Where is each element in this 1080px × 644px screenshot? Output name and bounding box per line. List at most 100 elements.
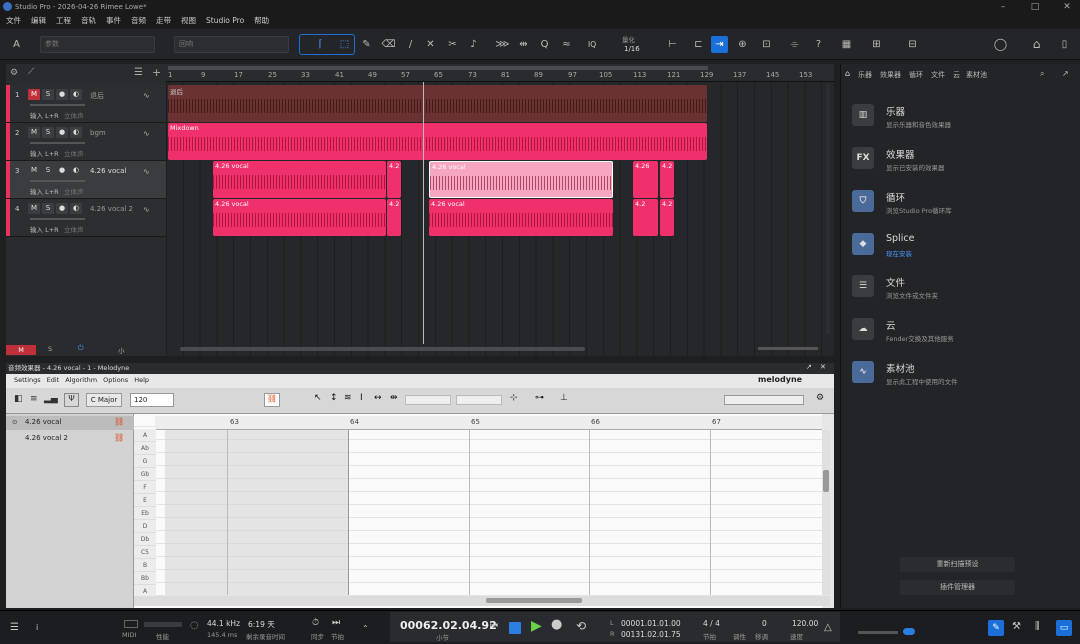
- zoom-slider[interactable]: [758, 347, 818, 350]
- menu-track[interactable]: 音轨: [81, 14, 96, 28]
- solo-button[interactable]: S: [42, 89, 54, 100]
- solo-button[interactable]: S: [42, 127, 54, 138]
- stretch-icon[interactable]: ⇹: [515, 36, 532, 53]
- edit-view-icon[interactable]: ✎: [988, 620, 1004, 636]
- rescan-presets-button[interactable]: 重新扫描预设: [900, 557, 1015, 572]
- scale-select[interactable]: C Major: [86, 393, 122, 407]
- home-icon[interactable]: ⌂: [1028, 36, 1045, 53]
- melo-track-item[interactable]: ⊙ 4.26 vocal ⛓: [6, 416, 134, 430]
- tab-pool[interactable]: 素材池: [966, 70, 987, 80]
- track-input[interactable]: 输入 L+R: [30, 148, 59, 158]
- panel-icon[interactable]: ▯: [1056, 36, 1073, 53]
- master-volume-slider[interactable]: [858, 631, 898, 634]
- rewind-icon[interactable]: ⏮: [490, 621, 498, 631]
- pitch-grid-icon[interactable]: ⊶: [535, 393, 544, 403]
- browser-item-instruments[interactable]: ▥ 乐器 显示乐器和音色效果器: [852, 104, 1072, 144]
- listen-tool-icon[interactable]: ♪: [465, 36, 482, 53]
- melo-menu-settings[interactable]: Settings: [14, 374, 41, 387]
- video-icon[interactable]: ▦: [838, 36, 855, 53]
- mixer-view-icon[interactable]: ⫼: [1035, 621, 1040, 632]
- amplitude-tool-icon[interactable]: ↔: [374, 393, 382, 403]
- automation-icon[interactable]: ⌯: [786, 36, 803, 53]
- audio-clip[interactable]: 4.26: [633, 161, 658, 198]
- tab-effects[interactable]: 效果器: [880, 70, 901, 80]
- expand-icon[interactable]: ↗: [1062, 69, 1069, 78]
- solo-button[interactable]: S: [42, 203, 54, 214]
- menu-edit[interactable]: 编辑: [31, 14, 46, 28]
- preset2-field[interactable]: 回响: [174, 36, 289, 53]
- wrench-icon[interactable]: ⚙: [10, 68, 18, 78]
- melo-menu-edit[interactable]: Edit: [47, 374, 60, 387]
- track-name[interactable]: bgm: [90, 129, 106, 137]
- audio-clip[interactable]: 4.2: [660, 199, 674, 236]
- tools-icon[interactable]: ⚒: [1012, 621, 1021, 632]
- radio-icon[interactable]: ⊙: [12, 418, 17, 426]
- split-tool-icon[interactable]: ✂: [444, 36, 461, 53]
- menu-audio[interactable]: 音频: [131, 14, 146, 28]
- timing-tool-icon[interactable]: Ι: [360, 393, 363, 403]
- melo-menu-options[interactable]: Options: [103, 374, 128, 387]
- minimize-icon[interactable]: –: [996, 0, 1010, 14]
- menu-file[interactable]: 文件: [6, 14, 21, 28]
- audio-clip-selected[interactable]: 4.26 vocal: [429, 161, 613, 198]
- close-icon[interactable]: ✕: [1060, 0, 1074, 14]
- pitch-tool-icon[interactable]: ↕: [330, 393, 338, 403]
- tab-cloud[interactable]: 云: [953, 70, 960, 80]
- monitor-button[interactable]: ◐: [70, 165, 82, 176]
- snap-active-icon[interactable]: ⇥: [711, 36, 728, 53]
- transpose-value[interactable]: 0: [762, 619, 767, 628]
- vscroll-thumb[interactable]: [823, 470, 829, 492]
- list-icon[interactable]: ☰: [134, 67, 143, 78]
- browser-item-loops[interactable]: ⛉ 循环 浏览Studio Pro循环库: [852, 190, 1072, 230]
- menu-event[interactable]: 事件: [106, 14, 121, 28]
- sync-icon[interactable]: ⏱: [312, 618, 319, 628]
- scale-snap-icon[interactable]: ⊹: [510, 393, 518, 403]
- info-icon[interactable]: i: [36, 623, 38, 632]
- melodyne-ruler[interactable]: [155, 416, 822, 430]
- hamburger-icon[interactable]: ☰: [10, 622, 19, 633]
- iq-label[interactable]: IQ: [588, 40, 596, 49]
- plugin-manager-button[interactable]: 插件管理器: [900, 580, 1015, 595]
- melo-track-item[interactable]: 4.26 vocal 2 ⛓: [6, 432, 134, 446]
- snap-grid-icon[interactable]: ⊏: [690, 36, 707, 53]
- time-grid-icon[interactable]: ⊥: [560, 393, 568, 403]
- menu-transport[interactable]: 走带: [156, 14, 171, 28]
- quantize-value[interactable]: 1/16: [624, 45, 640, 53]
- track-row[interactable]: 1 M S ● ◐ 退后 ∿ 输入 L+R 立体声: [6, 85, 166, 123]
- browser-item-pool[interactable]: ∿ 素材池 显示此工程中使用的文件: [852, 361, 1072, 401]
- layout-icon[interactable]: ⊟: [904, 36, 921, 53]
- formant-tool-icon[interactable]: ⇹: [390, 393, 398, 403]
- audio-clip[interactable]: 4.26 vocal: [213, 199, 386, 236]
- tab-files[interactable]: 文件: [931, 70, 945, 80]
- audio-clip[interactable]: Mixdown: [168, 123, 707, 160]
- audio-clip[interactable]: 4.2: [633, 199, 658, 236]
- track-name[interactable]: 4.26 vocal 2: [90, 205, 133, 213]
- record-button[interactable]: ●: [56, 203, 68, 214]
- main-tool-icon[interactable]: ↖: [314, 393, 322, 403]
- melodyne-vscroll[interactable]: [822, 430, 830, 595]
- horizontal-scrollbar[interactable]: [180, 347, 585, 351]
- audio-clip[interactable]: 4.2: [660, 161, 674, 198]
- monitor-button[interactable]: ◐: [70, 127, 82, 138]
- record-button[interactable]: ●: [56, 89, 68, 100]
- menu-view[interactable]: 视图: [181, 14, 196, 28]
- loop-start[interactable]: 00001.01.01.00: [621, 619, 681, 628]
- search-icon[interactable]: ⌕: [1040, 69, 1044, 79]
- tool-value-field[interactable]: [405, 395, 451, 405]
- browser-view-icon[interactable]: ▭: [1056, 620, 1072, 636]
- record-button[interactable]: ●: [56, 127, 68, 138]
- play-button[interactable]: ▶: [531, 618, 542, 634]
- pencil-tool-icon[interactable]: ✎: [358, 36, 375, 53]
- vertical-scrollbar[interactable]: [826, 84, 830, 334]
- track-name[interactable]: 4.26 vocal: [90, 167, 126, 175]
- modulation-tool-icon[interactable]: ≋: [344, 393, 352, 403]
- loop-end[interactable]: 00131.02.01.75: [621, 630, 681, 639]
- track-size-label[interactable]: 小: [118, 345, 125, 355]
- monitor-button[interactable]: ◐: [70, 203, 82, 214]
- melo-menu-algorithm[interactable]: Algorithm: [65, 374, 97, 387]
- metronome-triangle-icon[interactable]: △: [824, 622, 832, 633]
- power-icon[interactable]: ⏻: [78, 344, 84, 353]
- browser-item-splice[interactable]: ◆ Splice 现在安装: [852, 233, 1072, 273]
- link-icon[interactable]: ⛓: [264, 393, 280, 407]
- track-input[interactable]: 输入 L+R: [30, 186, 59, 196]
